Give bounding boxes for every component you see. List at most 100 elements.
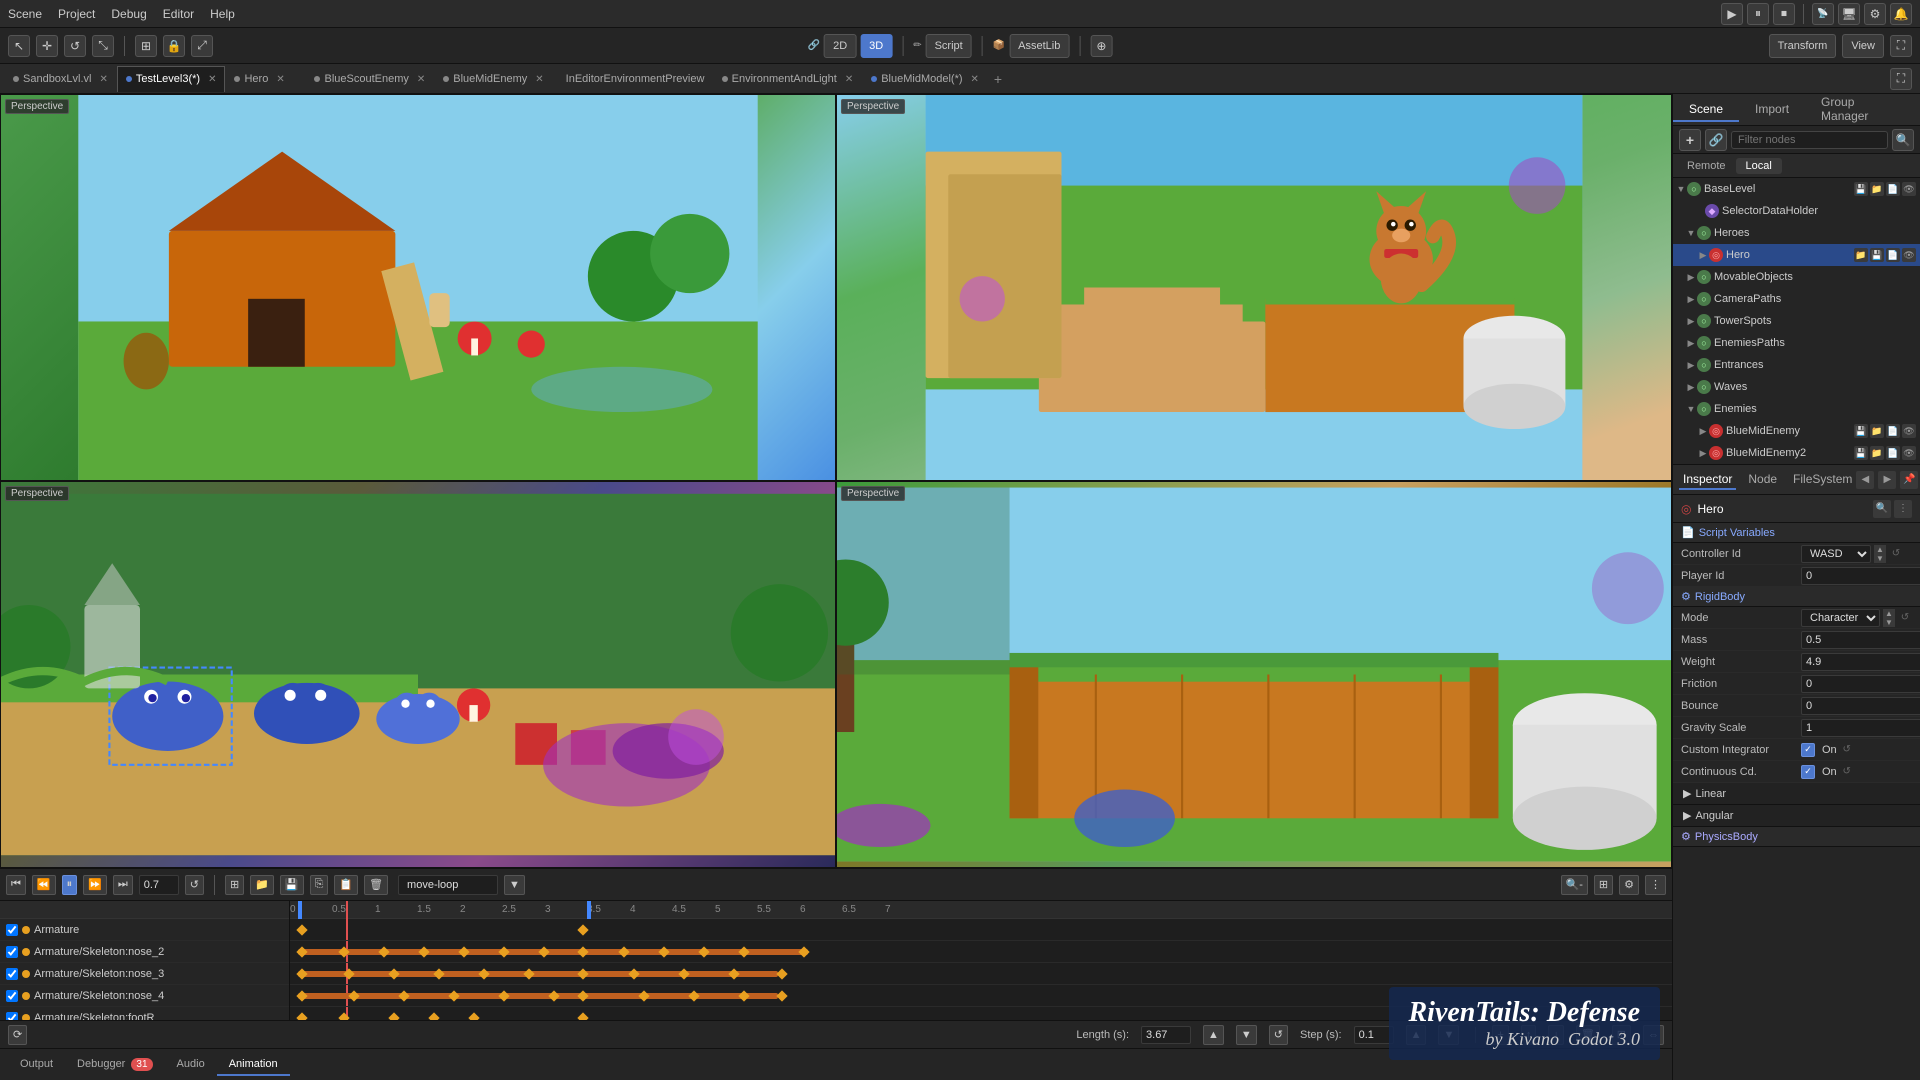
custom-integrator-checkbox[interactable]: ✓ (1801, 743, 1815, 757)
mode-2d-button[interactable]: 2D (824, 34, 856, 58)
tl-copy-icon[interactable]: ⎘ (310, 875, 329, 895)
player-id-input[interactable] (1801, 567, 1920, 585)
move-tool[interactable]: ✛ (36, 35, 58, 57)
track-label-footR[interactable]: Armature/Skeleton:footR (0, 1007, 289, 1020)
keyframe[interactable] (296, 924, 307, 935)
inspector-search-icon[interactable]: 🔍 (1873, 500, 1891, 518)
tl-play-pause[interactable]: ⏸ (62, 875, 78, 895)
tree-item-selectordataholder[interactable]: ◆ SelectorDataHolder (1673, 200, 1920, 222)
tl-save-icon[interactable]: 💾 (280, 875, 304, 895)
tl-delete-icon[interactable]: 🗑 (364, 875, 388, 895)
tl-up-key[interactable]: ↑ (1521, 1025, 1537, 1045)
extra-icon[interactable]: ⊕ (1090, 35, 1112, 57)
keyframe[interactable] (338, 1012, 349, 1020)
bottom-tab-output[interactable]: Output (8, 1054, 65, 1076)
tab-sandboxlvl[interactable]: SandboxLvl.vl ✕ (4, 66, 117, 92)
keyframe[interactable] (776, 990, 787, 1001)
viewport-top-right[interactable]: Perspective (836, 94, 1672, 481)
tl-snap-icon[interactable]: ⊞ (1594, 875, 1613, 895)
view-button[interactable]: View (1842, 34, 1884, 58)
tl-add-key[interactable]: + (1492, 1025, 1508, 1045)
menu-debug[interactable]: Debug (111, 7, 146, 21)
tl-step-input[interactable] (1354, 1026, 1394, 1044)
rp-tab-group-manager[interactable]: Group Manager (1805, 94, 1920, 129)
tl-step-spin-up[interactable]: ▲ (1406, 1025, 1427, 1045)
track-vis-checkbox[interactable] (6, 946, 18, 958)
vis-icon[interactable]: 👁 (1902, 446, 1916, 460)
track-vis-checkbox[interactable] (6, 1012, 18, 1021)
inspector-back-icon[interactable]: ◀ (1856, 471, 1874, 489)
link-node-icon[interactable]: 🔗 (1705, 129, 1727, 151)
tl-loop-icon[interactable]: ↺ (185, 875, 204, 895)
visibility-icon[interactable]: 👁 (1902, 182, 1916, 196)
tab-blueMidModel[interactable]: BlueMidModel(*) ✕ (862, 66, 988, 92)
rigidbody-section[interactable]: ⚙ RigidBody (1673, 587, 1920, 607)
tree-item-movableobjects[interactable]: ▶ ○ MovableObjects (1673, 266, 1920, 288)
save-icon[interactable]: 💾 (1854, 446, 1868, 460)
reset-icon[interactable]: ↺ (1898, 611, 1912, 625)
tl-time-display[interactable]: 0.7 (139, 875, 179, 895)
weight-input[interactable] (1801, 653, 1920, 671)
tl-more-icon[interactable]: ⋮ (1645, 875, 1666, 895)
linear-section[interactable]: ▶ Linear (1673, 783, 1920, 805)
mode-script-button[interactable]: Script (926, 34, 972, 58)
angular-section[interactable]: ▶ Angular (1673, 805, 1920, 827)
tl-folder-icon[interactable]: 📁 (250, 875, 274, 895)
viewport-bottom-right[interactable]: Perspective (836, 481, 1672, 868)
scale-tool[interactable]: ⤡ (92, 35, 114, 57)
load-icon[interactable]: 📁 (1870, 424, 1884, 438)
tl-step-spin-down[interactable]: ▼ (1438, 1025, 1459, 1045)
reset-icon[interactable]: ↺ (1840, 743, 1854, 757)
remote-btn[interactable]: Remote (1677, 158, 1736, 174)
rotate-tool[interactable]: ↺ (64, 35, 86, 57)
add-node-button[interactable]: + (1679, 129, 1701, 151)
tl-play-end[interactable]: ⏭ (113, 875, 133, 895)
bounce-input[interactable] (1801, 697, 1920, 715)
spin-up[interactable]: ▲ (1874, 545, 1886, 554)
tab-hero[interactable]: Hero ✕ (225, 66, 305, 92)
bottom-tab-animation[interactable]: Animation (217, 1054, 290, 1076)
settings-icon[interactable]: ⚙ (1864, 3, 1886, 25)
tab-envLight[interactable]: EnvironmentAndLight ✕ (713, 66, 863, 92)
lock-icon[interactable]: 🔒 (163, 35, 185, 57)
script-icon[interactable]: 📄 (1886, 182, 1900, 196)
tree-item-camerapaths[interactable]: ▶ ○ CameraPaths (1673, 288, 1920, 310)
tl-anim-dropdown[interactable]: ▼ (504, 875, 525, 895)
tl-down-key[interactable]: ↓ (1548, 1025, 1564, 1045)
tab-testlevel3[interactable]: TestLevel3(*) ✕ (117, 66, 226, 92)
tl-zoom-out[interactable]: 🔍- (1561, 875, 1588, 895)
inspector-more-icon[interactable]: ⋮ (1894, 500, 1912, 518)
rp-tab-import[interactable]: Import (1739, 98, 1805, 122)
vp-tr-perspective[interactable]: Perspective (841, 99, 905, 114)
keyframe[interactable] (577, 924, 588, 935)
tl-loop-toggle[interactable]: ⟳ (8, 1025, 27, 1045)
local-btn[interactable]: Local (1736, 158, 1782, 174)
script-variables-section[interactable]: 📄 Script Variables (1673, 523, 1920, 543)
remote-debug-icon[interactable]: 📡 (1812, 3, 1834, 25)
menu-editor[interactable]: Editor (163, 7, 194, 21)
tl-spin-down[interactable]: ▼ (1236, 1025, 1257, 1045)
maximize-viewport-icon[interactable]: ⛶ (1890, 68, 1912, 90)
physicsbody-section[interactable]: ⚙ PhysicsBody (1673, 827, 1920, 847)
tree-item-bluemidenemy2[interactable]: ▶ ◎ BlueMidEnemy2 💾 📁 📄 👁 (1673, 442, 1920, 464)
script-icon[interactable]: 📄 (1886, 248, 1900, 262)
tl-spin-up[interactable]: ▲ (1203, 1025, 1224, 1045)
script-icon[interactable]: 📄 (1886, 446, 1900, 460)
scene-search-icon[interactable]: 🔍 (1892, 129, 1914, 151)
friction-input[interactable] (1801, 675, 1920, 693)
play-button[interactable]: ▶ (1721, 3, 1743, 25)
vis-icon[interactable]: 👁 (1902, 424, 1916, 438)
save-icon[interactable]: 💾 (1870, 248, 1884, 262)
pause-button[interactable]: ⏸ (1747, 3, 1769, 25)
tree-item-hero[interactable]: ▶ ◎ Hero 📁 💾 📄 👁 (1673, 244, 1920, 266)
tl-mirror[interactable]: ⇔ (1643, 1025, 1664, 1045)
tl-delete-key[interactable]: 🗑 (1576, 1025, 1600, 1045)
close-tab-icon[interactable]: ✕ (971, 74, 979, 85)
spin-up[interactable]: ▲ (1883, 609, 1895, 618)
filesystem-tab[interactable]: FileSystem (1789, 470, 1856, 490)
vis-icon[interactable]: 👁 (1902, 248, 1916, 262)
reset-icon[interactable]: ↺ (1889, 547, 1903, 561)
load-scene-icon[interactable]: 📁 (1870, 182, 1884, 196)
menu-scene[interactable]: Scene (8, 7, 42, 21)
mode-3d-button[interactable]: 3D (860, 34, 892, 58)
